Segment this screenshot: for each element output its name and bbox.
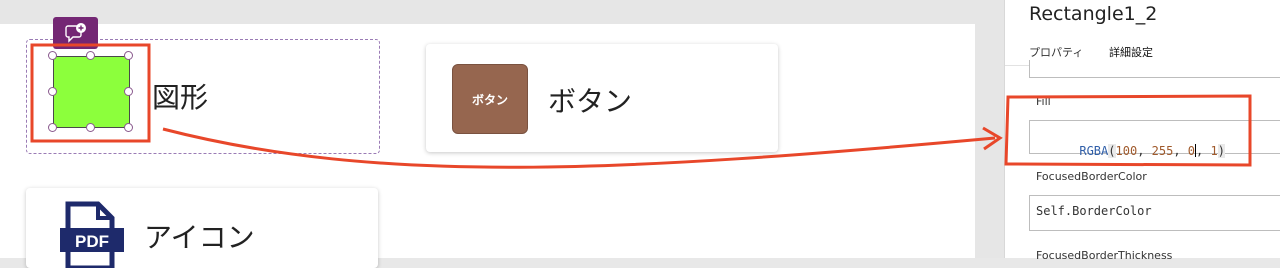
add-comment-button[interactable] <box>53 17 98 49</box>
resize-handle-mr[interactable] <box>124 87 133 96</box>
focused-border-thickness-label: FocusedBorderThickness <box>1036 249 1173 262</box>
button-text: ボタン <box>471 92 508 107</box>
tab-advanced[interactable]: 詳細設定 <box>1109 44 1153 60</box>
resize-handle-tr[interactable] <box>124 51 133 60</box>
resize-handle-ml[interactable] <box>48 87 57 96</box>
formula-alpha: 1 <box>1210 144 1218 158</box>
resize-handle-br[interactable] <box>124 123 133 132</box>
comment-add-icon <box>65 23 86 43</box>
icon-label: アイコン <box>144 221 255 254</box>
focused-border-color-value: Self.BorderColor <box>1036 204 1152 218</box>
tab-properties[interactable]: プロパティ <box>1029 44 1083 60</box>
fill-formula-field[interactable]: RGBA(100, 255, 0, 1) <box>1029 120 1280 158</box>
shape-label: 図形 <box>152 81 209 114</box>
resize-handle-tl[interactable] <box>48 51 57 60</box>
resize-handle-tc[interactable] <box>86 51 95 60</box>
brown-button[interactable]: ボタン <box>452 64 528 134</box>
icon-card: PDF アイコン <box>26 188 378 268</box>
fill-label: Fill <box>1036 95 1051 108</box>
formula-green: 255 <box>1151 144 1174 158</box>
shape-card[interactable]: 図形 <box>26 39 380 154</box>
formula-blue: 0 <box>1187 144 1196 158</box>
button-label: ボタン <box>548 85 633 118</box>
properties-panel: Rectangle1_2 プロパティ 詳細設定 Fill RGBA(100, 2… <box>1004 0 1280 262</box>
resize-handle-bc[interactable] <box>86 123 95 132</box>
button-card: ボタン ボタン <box>426 44 778 152</box>
green-rectangle[interactable] <box>53 56 130 128</box>
focused-border-color-field[interactable]: Self.BorderColor <box>1029 195 1280 231</box>
canvas-area: 図形 ボタン ボタン PDF アイコン <box>0 0 1004 268</box>
formula-red: 100 <box>1115 144 1138 158</box>
focused-border-color-label: FocusedBorderColor <box>1036 170 1147 183</box>
control-name[interactable]: Rectangle1_2 <box>1029 3 1157 25</box>
formula-function: RGBA <box>1079 144 1109 158</box>
previous-property-field[interactable] <box>1029 60 1280 78</box>
pdf-icon-text: PDF <box>75 232 109 251</box>
resize-handle-bl[interactable] <box>48 123 57 132</box>
